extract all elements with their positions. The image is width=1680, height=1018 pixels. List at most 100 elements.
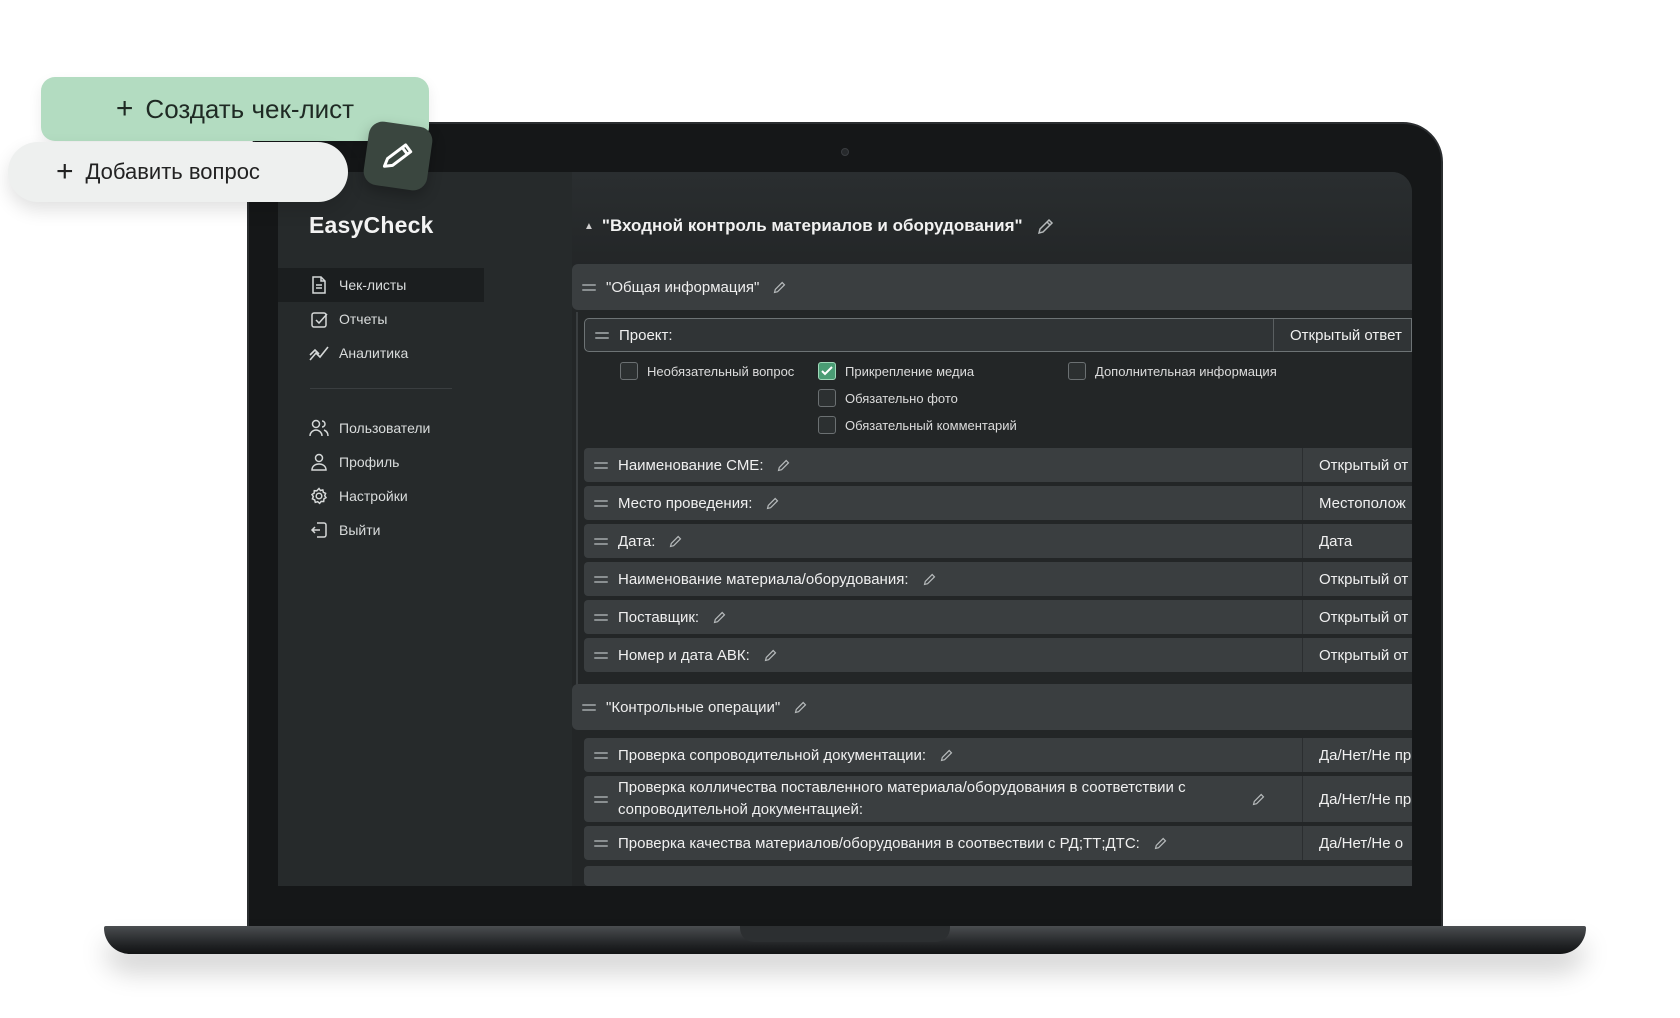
answer-type[interactable]: Открытый от (1302, 562, 1412, 596)
edit-question-icon[interactable] (1252, 793, 1265, 806)
sidebar-item-logout[interactable]: Выйти (278, 513, 484, 547)
drag-handle-icon[interactable] (582, 703, 596, 711)
option-required-photo[interactable]: Обязательно фото (818, 389, 958, 407)
gear-icon (309, 486, 329, 506)
user-icon (309, 452, 329, 472)
checkbox[interactable] (620, 362, 638, 380)
sidebar-item-users[interactable]: Пользователи (278, 411, 484, 445)
answer-type[interactable]: Открытый ответ (1273, 319, 1411, 351)
checklist-title[interactable]: ▲ "Входной контроль материалов и оборудо… (584, 216, 1054, 236)
drag-handle-icon[interactable] (594, 499, 608, 507)
drag-handle-icon[interactable] (594, 751, 608, 759)
section-indent-line (576, 312, 578, 700)
question-label: Номер и дата АВК: (584, 638, 1302, 672)
question-label: Место проведения: (584, 486, 1302, 520)
app-screen: EasyCheck Чек-листы Отчеты Аналитика Пол… (278, 172, 1412, 886)
sidebar-item-analytics[interactable]: Аналитика (278, 336, 484, 370)
question-row[interactable]: Проверка колличества поставленного матер… (584, 776, 1412, 822)
question-row[interactable]: Дата: Дата (584, 524, 1412, 558)
question-label: Наименование СМЕ: (584, 448, 1302, 482)
question-label: Поставщик: (584, 600, 1302, 634)
sidebar: EasyCheck Чек-листы Отчеты Аналитика Пол… (278, 172, 484, 886)
option-optional[interactable]: Необязательный вопрос (620, 362, 794, 380)
question-row[interactable]: Поставщик: Открытый от (584, 600, 1412, 634)
laptop-lid: EasyCheck Чек-листы Отчеты Аналитика Пол… (247, 122, 1443, 932)
sidebar-item-label: Профиль (339, 454, 400, 470)
camera-dot (841, 148, 849, 156)
sidebar-item-reports[interactable]: Отчеты (278, 302, 484, 336)
add-question-label: Добавить вопрос (85, 159, 260, 184)
drag-handle-icon[interactable] (595, 331, 609, 339)
users-icon (309, 418, 329, 438)
edit-question-icon[interactable] (713, 611, 726, 624)
section-general-info[interactable]: "Общая информация" (572, 264, 1412, 310)
trend-icon (309, 343, 329, 363)
drag-handle-icon[interactable] (594, 613, 608, 621)
answer-type[interactable]: Да/Нет/Не о (1302, 826, 1412, 860)
edit-question-icon[interactable] (1154, 837, 1167, 850)
drag-handle-icon[interactable] (594, 839, 608, 847)
question-row-project[interactable]: Проект: Открытый ответ (584, 318, 1412, 352)
pencil-icon[interactable] (361, 119, 435, 193)
sidebar-item-label: Выйти (339, 522, 381, 538)
drag-handle-icon[interactable] (594, 575, 608, 583)
question-label: Проверка качества материалов/оборудовани… (584, 826, 1302, 860)
question-label: Дата: (584, 524, 1302, 558)
checklist-title-text: "Входной контроль материалов и оборудова… (601, 216, 1023, 235)
question-label: Наименование материала/оборудования: (584, 562, 1302, 596)
question-row[interactable]: Место проведения: Местополож (584, 486, 1412, 520)
edit-section-icon[interactable] (773, 281, 786, 294)
question-label: Проверка сопроводительной документации: (584, 738, 1302, 772)
logout-icon (309, 520, 329, 540)
option-extra-info[interactable]: Дополнительная информация (1068, 362, 1277, 380)
edit-question-icon[interactable] (764, 649, 777, 662)
answer-type[interactable]: Местополож (1302, 486, 1412, 520)
drag-handle-icon[interactable] (582, 283, 596, 291)
answer-type[interactable]: Открытый от (1302, 638, 1412, 672)
collapse-caret-icon[interactable]: ▲ (584, 221, 594, 232)
drag-handle-icon[interactable] (594, 795, 608, 803)
checkbox-checked[interactable] (818, 362, 836, 380)
drag-handle-icon[interactable] (594, 537, 608, 545)
sidebar-item-settings[interactable]: Настройки (278, 479, 484, 513)
edit-section-icon[interactable] (794, 701, 807, 714)
checkbox[interactable] (818, 389, 836, 407)
sidebar-item-profile[interactable]: Профиль (278, 445, 484, 479)
question-label: Проверка колличества поставленного матер… (584, 776, 1302, 822)
edit-title-icon[interactable] (1037, 218, 1054, 235)
question-label: Проект: (585, 319, 1273, 351)
answer-type[interactable]: Открытый от (1302, 448, 1412, 482)
edit-question-icon[interactable] (766, 497, 779, 510)
edit-question-icon[interactable] (777, 459, 790, 472)
option-required-comment[interactable]: Обязательный комментарий (818, 416, 1017, 434)
document-icon (309, 275, 329, 295)
answer-type[interactable]: Открытый от (1302, 600, 1412, 634)
add-question-button[interactable]: + Добавить вопрос (8, 142, 348, 202)
checklist-editor: ▲ "Входной контроль материалов и оборудо… (572, 172, 1412, 886)
checkbox[interactable] (818, 416, 836, 434)
checkbox[interactable] (1068, 362, 1086, 380)
sidebar-item-checklists[interactable]: Чек-листы (278, 268, 484, 302)
answer-type[interactable]: Да/Нет/Не пр (1302, 738, 1412, 772)
sidebar-item-label: Аналитика (339, 345, 409, 361)
plus-icon: + (115, 92, 134, 125)
question-row[interactable]: Наименование СМЕ: Открытый от (584, 448, 1412, 482)
option-media[interactable]: Прикрепление медиа (818, 362, 974, 380)
laptop-notch (740, 926, 950, 942)
question-row[interactable]: Номер и дата АВК: Открытый от (584, 638, 1412, 672)
answer-type[interactable]: Дата (1302, 524, 1412, 558)
section-control-operations[interactable]: "Контрольные операции" (572, 684, 1412, 730)
edit-question-icon[interactable] (940, 749, 953, 762)
edit-question-icon[interactable] (669, 535, 682, 548)
answer-type[interactable]: Да/Нет/Не пр (1302, 776, 1412, 822)
sidebar-divider (310, 388, 452, 389)
question-row[interactable]: Проверка качества материалов/оборудовани… (584, 826, 1412, 860)
edit-question-icon[interactable] (923, 573, 936, 586)
check-square-icon (309, 309, 329, 329)
create-checklist-label: Создать чек-лист (145, 93, 355, 124)
sidebar-item-label: Пользователи (339, 420, 431, 436)
drag-handle-icon[interactable] (594, 461, 608, 469)
question-row[interactable]: Наименование материала/оборудования: Отк… (584, 562, 1412, 596)
drag-handle-icon[interactable] (594, 651, 608, 659)
question-row[interactable]: Проверка сопроводительной документации: … (584, 738, 1412, 772)
